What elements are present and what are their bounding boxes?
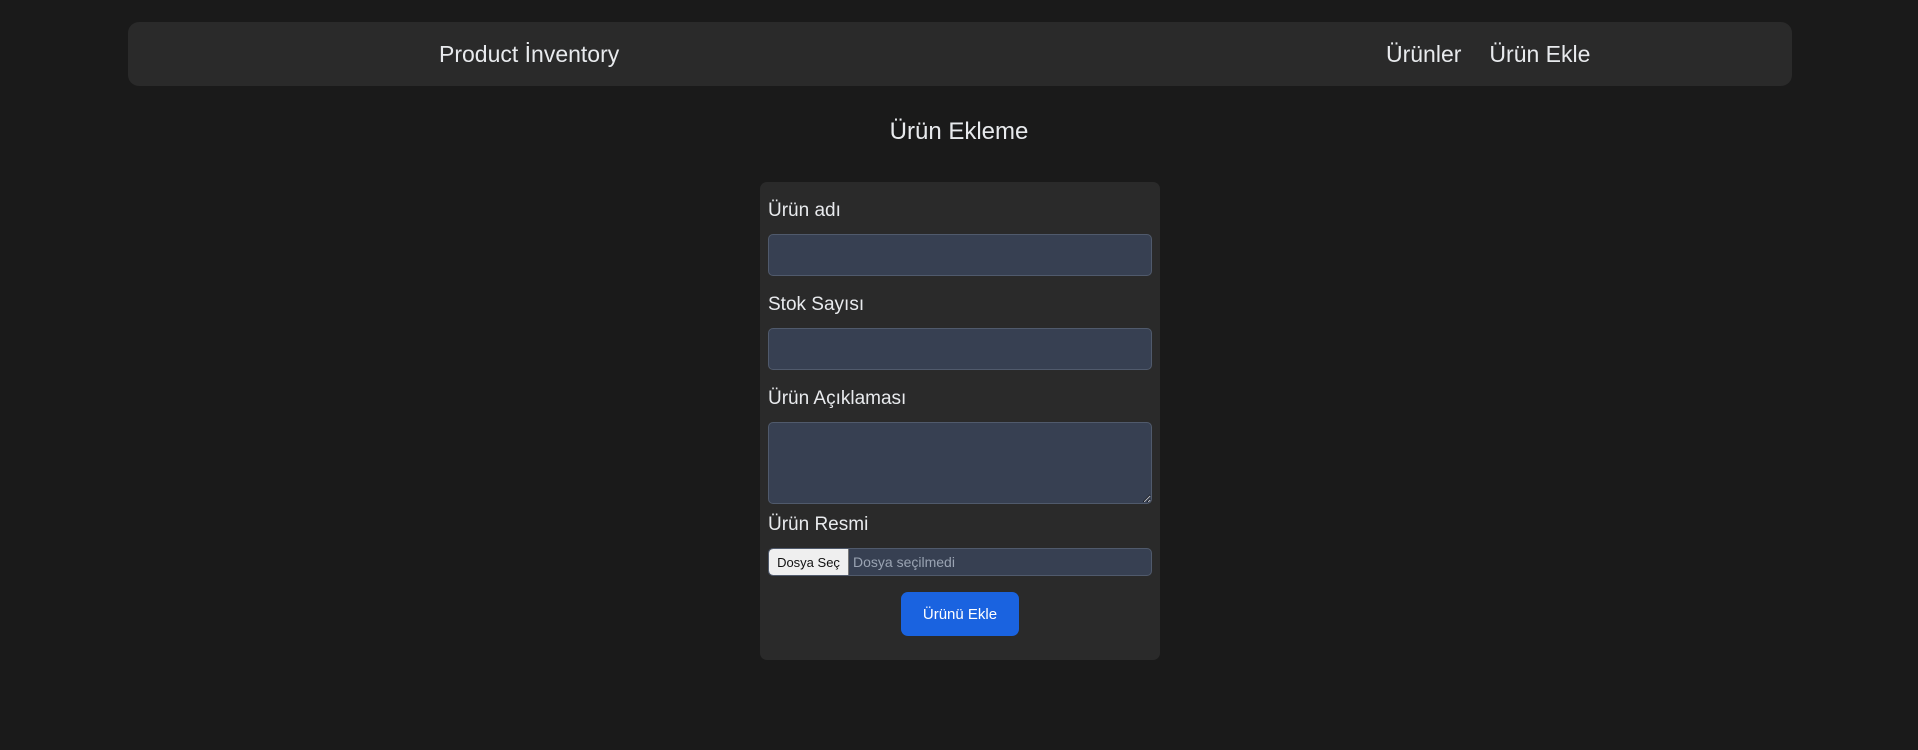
add-product-submit-button[interactable]: Ürünü Ekle (901, 592, 1019, 636)
choose-file-button[interactable]: Dosya Seç (769, 549, 849, 575)
nav-links: Ürünler Ürün Ekle (1386, 22, 1590, 86)
brand-logo-text[interactable]: Product İnventory (439, 22, 619, 86)
product-name-input[interactable] (768, 234, 1152, 276)
stock-count-input[interactable] (768, 328, 1152, 370)
product-image-label: Ürün Resmi (768, 514, 869, 535)
navbar: Product İnventory Ürünler Ürün Ekle (128, 22, 1792, 86)
page-title: Ürün Ekleme (889, 118, 1029, 145)
product-name-label: Ürün adı (768, 200, 841, 221)
product-description-textarea[interactable] (768, 422, 1152, 504)
add-product-form: Ürün adı Stok Sayısı Ürün Açıklaması Ürü… (760, 182, 1160, 660)
product-image-file-input[interactable]: Dosya Seç Dosya seçilmedi (768, 548, 1152, 576)
file-status-text: Dosya seçilmedi (853, 554, 955, 570)
stock-count-label: Stok Sayısı (768, 294, 865, 315)
nav-link-products[interactable]: Ürünler (1386, 41, 1461, 68)
product-description-label: Ürün Açıklaması (768, 388, 907, 409)
nav-link-add-product[interactable]: Ürün Ekle (1489, 41, 1590, 68)
